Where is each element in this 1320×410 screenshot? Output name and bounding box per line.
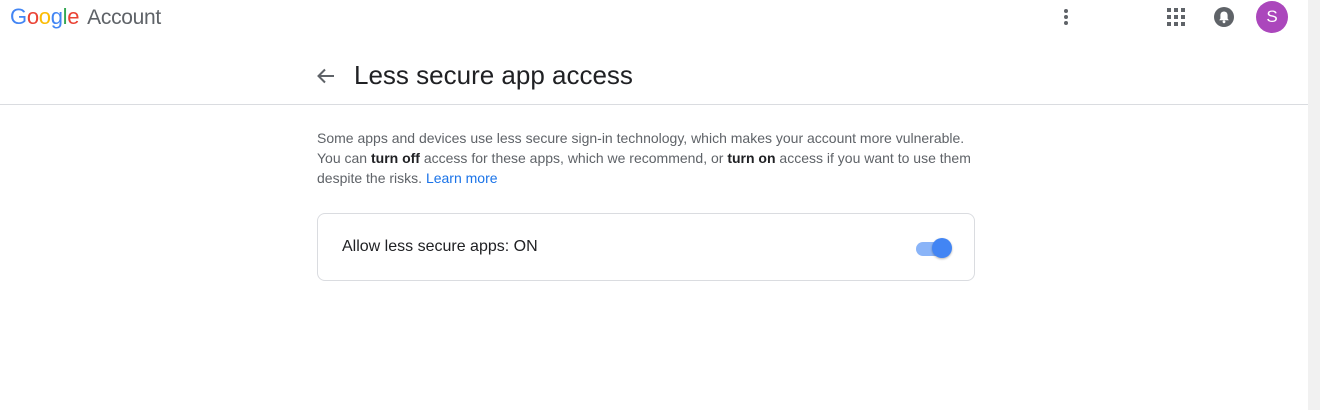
header-divider xyxy=(0,104,1308,105)
scrollbar[interactable] xyxy=(1308,0,1320,410)
learn-more-link[interactable]: Learn more xyxy=(426,170,498,186)
page-title: Less secure app access xyxy=(354,60,633,90)
setting-label: Allow less secure apps: ON xyxy=(342,238,538,255)
avatar[interactable]: S xyxy=(1256,1,1288,33)
google-account-logo[interactable]: Google Account xyxy=(10,4,161,30)
logo-letter: g xyxy=(50,4,63,29)
apps-grid-icon[interactable] xyxy=(1164,6,1188,28)
logo-letter: o xyxy=(38,4,51,29)
setting-card: Allow less secure apps: ON xyxy=(317,213,975,281)
description-text: Some apps and devices use less secure si… xyxy=(317,128,977,188)
logo-letter: e xyxy=(67,4,80,29)
description-bold-turn-off: turn off xyxy=(370,150,420,166)
logo-letter: o xyxy=(26,4,39,29)
more-vert-icon[interactable] xyxy=(1056,6,1076,28)
product-name: Account xyxy=(87,6,161,29)
logo-letter: G xyxy=(10,4,27,29)
arrow-back-icon[interactable] xyxy=(314,64,338,88)
description-bold-turn-on: turn on xyxy=(727,150,776,166)
top-bar: Google Account S xyxy=(0,0,1308,36)
google-wordmark: Google xyxy=(10,4,79,30)
page: Google Account S Less secure app access … xyxy=(0,0,1320,410)
toggle-thumb xyxy=(932,238,952,258)
description-part: access for these apps, which we recommen… xyxy=(419,150,728,166)
bell-icon[interactable] xyxy=(1212,5,1236,29)
allow-less-secure-apps-toggle[interactable] xyxy=(914,237,954,259)
